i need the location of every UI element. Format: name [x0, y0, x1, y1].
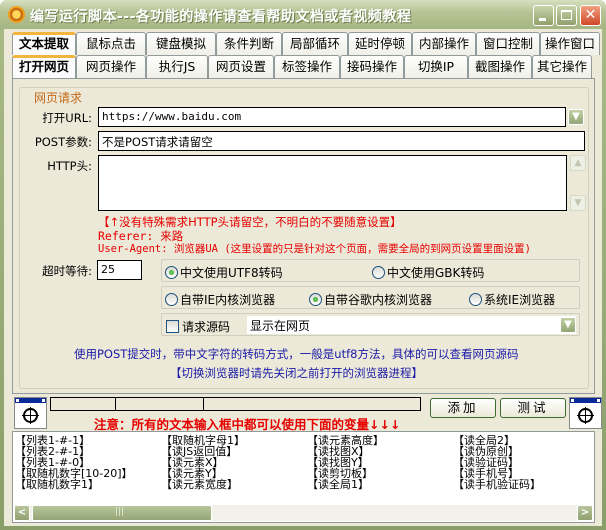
tab-5[interactable]: 局部循环	[282, 32, 348, 55]
variable-item[interactable]: 【取随机数字1】	[15, 479, 161, 490]
browser-options: 自带IE内核浏览器 自带谷歌内核浏览器 系统IE浏览器	[161, 286, 580, 309]
variables-list[interactable]: 【列表1-#-1】 【取随机字母1】 【读元素高度】 【读全局2】 【列表2-#-1】【…	[12, 431, 595, 523]
tab-6[interactable]: 延时停顿	[348, 32, 412, 55]
tab-panel-open-webpage: 网页请求 打开URL: https://www.baidu.com ▼ POST…	[12, 78, 595, 394]
radio-chrome-kernel-label: 自带谷歌内核浏览器	[324, 293, 433, 307]
variable-item[interactable]: 【读全局1】	[307, 479, 453, 490]
radio-utf8[interactable]: 中文使用UTF8转码	[165, 264, 283, 281]
post-label: POST参数:	[34, 135, 92, 149]
radio-unselected-icon	[165, 293, 178, 306]
radio-system-ie-label: 系统IE浏览器	[484, 293, 556, 307]
user-agent-note: User-Agent: 浏览器UA (这里设置的只是针对这个页面，需要全局的到网…	[98, 243, 531, 255]
tab-1[interactable]: 文本提取	[12, 32, 76, 55]
encoding-options: 中文使用UTF8转码 中文使用GBK转码	[161, 259, 580, 282]
radio-gbk[interactable]: 中文使用GBK转码	[372, 264, 484, 281]
test-button[interactable]: 测试	[500, 398, 566, 418]
radio-ie-kernel[interactable]: 自带IE内核浏览器	[165, 291, 275, 308]
radio-chrome-kernel[interactable]: 自带谷歌内核浏览器	[309, 291, 432, 308]
tab-1[interactable]: 打开网页	[12, 55, 76, 78]
http-header-label: HTTP头:	[47, 159, 92, 173]
browser-switch-info: 【切换浏览器时请先关闭之前打开的浏览器进程】	[170, 366, 423, 380]
tab-3[interactable]: 执行JS	[146, 55, 208, 78]
tab-4[interactable]: 网页设置	[208, 55, 274, 78]
variables-horizontal-scrollbar[interactable]: < >	[14, 505, 593, 521]
scroll-down-icon[interactable]: ▼	[570, 195, 586, 211]
tab-2[interactable]: 网页操作	[76, 55, 146, 78]
tab-row-2: 打开网页 网页操作 执行JS 网页设置 标签操作 接码操作 切换IP 截图操作 其它操作	[12, 55, 592, 78]
tab-row-1: 文本提取 鼠标点击 键盘模拟 条件判断 局部循环 延时停顿 内部操作 窗口控制 操作窗口	[12, 32, 600, 55]
tab-4[interactable]: 条件判断	[216, 32, 282, 55]
close-icon: ✕	[584, 7, 597, 23]
window-picker-right[interactable]	[569, 397, 602, 429]
minimize-button[interactable]	[533, 5, 554, 26]
tab-2[interactable]: 鼠标点击	[76, 32, 146, 55]
minimize-icon	[539, 18, 546, 21]
radio-selected-icon	[165, 266, 178, 279]
status-cell-1	[50, 397, 116, 411]
scroll-left-icon[interactable]: <	[14, 505, 30, 521]
http-header-scrollbar[interactable]: ▲ ▼	[570, 155, 586, 211]
tab-8[interactable]: 窗口控制	[476, 32, 540, 55]
post-encoding-info: 使用POST提交时，带中文字符的转码方式，一般是utf8方法，具体的可以查看网页…	[74, 347, 519, 361]
app-gear-icon	[8, 6, 25, 23]
checkbox-unchecked-icon	[166, 320, 179, 333]
tab-7[interactable]: 内部操作	[412, 32, 476, 55]
tab-9[interactable]: 操作窗口	[540, 32, 600, 55]
tab-6[interactable]: 接码操作	[340, 55, 404, 78]
variable-item[interactable]: 【读元素宽度】	[161, 479, 307, 490]
window-title: 编写运行脚本---各功能的操作请查看帮助文档或者视频教程	[30, 9, 412, 25]
display-mode-dropdown-button[interactable]: ▼	[560, 317, 576, 333]
tab-5[interactable]: 标签操作	[274, 55, 340, 78]
maximize-button[interactable]	[556, 5, 577, 26]
variables-grid: 【列表1-#-1】 【取随机字母1】 【读元素高度】 【读全局2】 【列表2-#-1】【…	[15, 435, 599, 490]
post-params-input[interactable]: 不是POST请求请留空	[98, 131, 585, 151]
bottom-toolbar: 注意：所有的文本输入框中都可以使用下面的变量↓↓↓ 添加 测试	[12, 397, 602, 432]
scroll-thumb[interactable]	[32, 505, 212, 521]
tab-7[interactable]: 切换IP	[404, 55, 468, 78]
web-request-group: 网页请求 打开URL: https://www.baidu.com ▼ POST…	[19, 87, 589, 389]
close-button[interactable]: ✕	[580, 5, 601, 26]
display-mode-select[interactable]: 显示在网页	[247, 316, 576, 334]
crosshair-icon	[22, 407, 39, 424]
variable-item[interactable]: 【读手机验证码】	[453, 479, 599, 490]
maximize-icon	[561, 10, 572, 20]
source-options: 请求源码 显示在网页 ▼	[161, 313, 580, 336]
http-header-textarea[interactable]	[98, 155, 567, 211]
request-source-checkbox[interactable]: 请求源码	[166, 318, 230, 335]
radio-unselected-icon	[469, 293, 482, 306]
status-cell-3	[203, 397, 421, 411]
main-window: 编写运行脚本---各功能的操作请查看帮助文档或者视频教程 ✕ 文本提取 鼠标点击键…	[0, 0, 606, 530]
window-picker-left[interactable]	[14, 397, 47, 429]
status-cell-2	[115, 397, 204, 411]
timeout-label: 超时等待:	[42, 264, 92, 278]
chevron-down-icon: ▼	[564, 319, 572, 330]
radio-selected-icon	[309, 293, 322, 306]
chevron-down-icon: ▼	[572, 111, 580, 122]
radio-utf8-label: 中文使用UTF8转码	[180, 266, 283, 280]
group-title: 网页请求	[32, 89, 85, 106]
url-label: 打开URL:	[42, 111, 92, 125]
tab-3[interactable]: 键盘模拟	[146, 32, 216, 55]
tab-9[interactable]: 其它操作	[532, 55, 592, 78]
request-source-label: 请求源码	[182, 320, 231, 334]
scroll-right-icon[interactable]: >	[577, 505, 593, 521]
url-input[interactable]: https://www.baidu.com	[98, 107, 566, 127]
title-bar[interactable]: 编写运行脚本---各功能的操作请查看帮助文档或者视频教程 ✕	[0, 0, 606, 29]
radio-ie-kernel-label: 自带IE内核浏览器	[180, 293, 276, 307]
radio-system-ie[interactable]: 系统IE浏览器	[469, 291, 555, 308]
radio-gbk-label: 中文使用GBK转码	[387, 266, 485, 280]
url-dropdown-button[interactable]: ▼	[568, 109, 584, 125]
tab-8[interactable]: 截图操作	[468, 55, 532, 78]
client-area: 文本提取 鼠标点击 键盘模拟 条件判断 局部循环 延时停顿 内部操作 窗口控制 操作窗口 打开网…	[4, 29, 602, 526]
radio-unselected-icon	[372, 266, 385, 279]
scroll-up-icon[interactable]: ▲	[570, 155, 586, 171]
crosshair-icon	[577, 407, 594, 424]
timeout-input[interactable]: 25	[97, 260, 142, 280]
add-button[interactable]: 添加	[430, 398, 496, 418]
